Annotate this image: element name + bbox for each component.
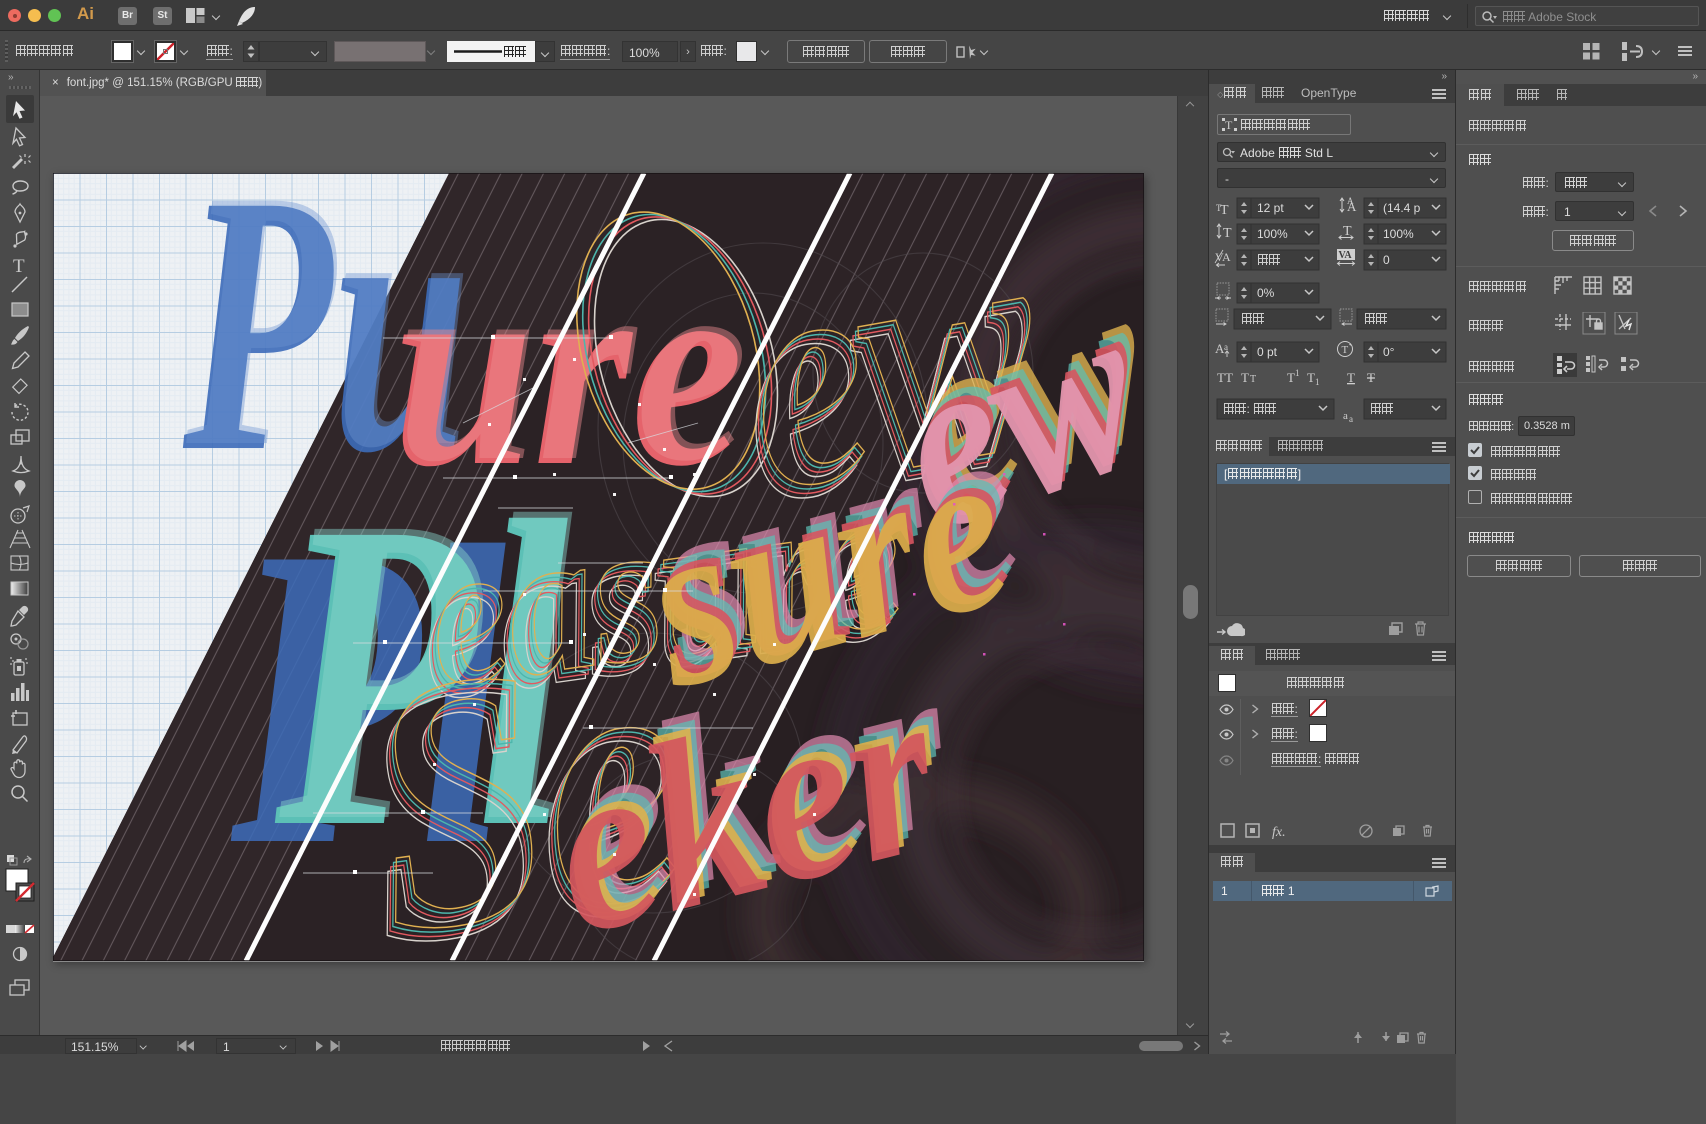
svg-text:a: a (1343, 410, 1348, 422)
svg-text:T: T (1287, 370, 1295, 385)
svg-text:a: a (1349, 414, 1353, 424)
svg-text:0°: 0° (1383, 345, 1395, 359)
svg-text:a: a (1224, 342, 1228, 352)
svg-text:T: T (1223, 226, 1232, 241)
svg-text:fx.: fx. (1272, 825, 1286, 839)
svg-text:1: 1 (1315, 377, 1320, 387)
svg-text:T: T (1367, 370, 1375, 385)
svg-text:TT: TT (1217, 370, 1233, 385)
svg-text:T: T (1342, 344, 1349, 356)
svg-text:T: T (1250, 374, 1256, 385)
svg-text:A: A (1347, 196, 1354, 206)
svg-text:VA: VA (1339, 250, 1353, 261)
svg-text:0%: 0% (1257, 286, 1275, 300)
svg-text:0: 0 (1383, 253, 1390, 267)
svg-text:T: T (1347, 370, 1355, 385)
svg-text:T: T (1220, 203, 1229, 218)
svg-text:100%: 100% (1383, 227, 1414, 241)
svg-text:T: T (1307, 370, 1315, 385)
svg-text:A: A (1222, 250, 1231, 264)
svg-text:100%: 100% (1257, 227, 1288, 241)
svg-text:0 pt: 0 pt (1257, 345, 1278, 359)
svg-text:T: T (1241, 370, 1249, 385)
svg-text:T: T (13, 256, 25, 277)
svg-text:1: 1 (1295, 368, 1300, 378)
svg-text:12 pt: 12 pt (1257, 201, 1284, 215)
svg-text:T: T (1343, 224, 1352, 239)
svg-text:(14.4 p: (14.4 p (1383, 201, 1421, 215)
